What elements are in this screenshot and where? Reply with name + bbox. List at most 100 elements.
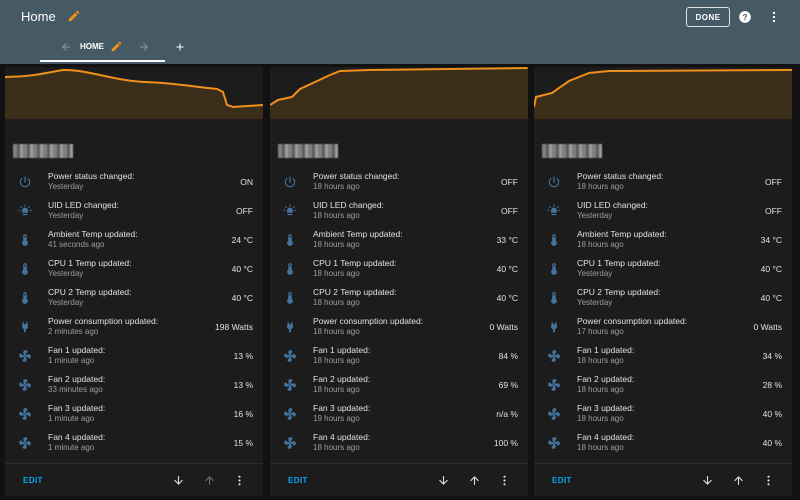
fan-icon [284, 350, 296, 362]
entity-row[interactable]: UID LED changed: Yesterday OFF [534, 198, 792, 227]
thermometer-icon [551, 234, 557, 246]
entity-row[interactable]: Fan 1 updated: 18 hours ago 34 % [534, 343, 792, 372]
more-vert-icon[interactable] [762, 474, 775, 487]
arrow-down-icon[interactable] [701, 474, 714, 487]
entity-name: UID LED changed: [313, 200, 384, 210]
tab-home[interactable]: HOME [80, 42, 104, 51]
entity-name: CPU 2 Temp updated: [577, 287, 661, 297]
entity-row[interactable]: Fan 2 updated: 18 hours ago 69 % [270, 372, 528, 401]
entity-row[interactable]: Fan 3 updated: 1 minute ago 16 % [5, 401, 263, 430]
entity-name: Power consumption updated: [577, 316, 688, 326]
entity-row[interactable]: Fan 4 updated: 18 hours ago 100 % [270, 430, 528, 459]
entity-value: 34 °C [760, 235, 782, 245]
entity-row[interactable]: Power consumption updated: 17 hours ago 0 … [534, 314, 792, 343]
entity-row[interactable]: Power status changed: Yesterday ON [5, 169, 263, 198]
more-vert-icon[interactable] [767, 10, 781, 24]
entity-timestamp: 18 hours ago [577, 356, 624, 365]
fan-icon [548, 379, 560, 391]
entity-row[interactable]: Ambient Temp updated: 18 hours ago 33 °C [270, 227, 528, 256]
entity-value: 40 °C [496, 293, 518, 303]
arrow-right-icon[interactable] [138, 41, 150, 53]
thermometer-icon [287, 292, 293, 304]
entity-row[interactable]: CPU 1 Temp updated: Yesterday 40 °C [5, 256, 263, 285]
entity-timestamp: 18 hours ago [313, 327, 360, 336]
entity-row[interactable]: CPU 2 Temp updated: Yesterday 40 °C [534, 285, 792, 314]
entity-timestamp: 17 hours ago [577, 327, 624, 336]
entity-card: Power status changed: Yesterday ON UID LED … [5, 67, 263, 496]
entity-timestamp: Yesterday [577, 298, 613, 307]
entity-row[interactable]: Ambient Temp updated: 41 seconds ago 24 °C [5, 227, 263, 256]
entity-value: OFF [501, 177, 518, 187]
fan-icon [548, 350, 560, 362]
fan-icon [19, 379, 31, 391]
entity-row[interactable]: Power consumption updated: 18 hours ago 0 … [270, 314, 528, 343]
entity-row[interactable]: UID LED changed: 18 hours ago OFF [270, 198, 528, 227]
entity-name: UID LED changed: [577, 200, 648, 210]
entity-value: 16 % [233, 409, 253, 419]
thermometer-icon [551, 263, 557, 275]
more-vert-icon[interactable] [233, 474, 246, 487]
entity-row[interactable]: Power consumption updated: 2 minutes ago 1… [5, 314, 263, 343]
entity-timestamp: 18 hours ago [577, 443, 624, 452]
entity-name: Power consumption updated: [48, 316, 159, 326]
arrow-up-icon[interactable] [468, 474, 481, 487]
entity-value: 40 % [762, 438, 782, 448]
app-header: Home DONE ? HOME [0, 0, 800, 64]
entity-row[interactable]: CPU 1 Temp updated: 18 hours ago 40 °C [270, 256, 528, 285]
entity-timestamp: 18 hours ago [577, 414, 624, 423]
entity-row[interactable]: Fan 3 updated: 18 hours ago 40 % [534, 401, 792, 430]
entity-value: 13 % [233, 351, 253, 361]
add-icon[interactable] [174, 41, 186, 53]
fan-icon [548, 408, 560, 420]
entity-timestamp: Yesterday [48, 211, 84, 220]
entity-timestamp: 1 minute ago [48, 414, 95, 423]
fan-icon [19, 350, 31, 362]
entity-row[interactable]: Fan 1 updated: 18 hours ago 84 % [270, 343, 528, 372]
entity-row[interactable]: Power status changed: 18 hours ago OFF [534, 169, 792, 198]
entity-timestamp: 18 hours ago [313, 269, 360, 278]
entity-timestamp: 19 hours ago [313, 414, 360, 423]
entity-timestamp: 18 hours ago [313, 443, 360, 452]
entity-name: Fan 1 updated: [577, 345, 635, 355]
help-icon[interactable]: ? [738, 10, 752, 24]
entity-row[interactable]: Power status changed: 18 hours ago OFF [270, 169, 528, 198]
edit-button[interactable]: EDIT [552, 476, 572, 485]
entity-name: CPU 1 Temp updated: [577, 258, 661, 268]
entity-timestamp: 1 minute ago [48, 356, 95, 365]
entity-name: Fan 2 updated: [48, 374, 106, 384]
entity-row[interactable]: Fan 4 updated: 1 minute ago 15 % [5, 430, 263, 459]
done-button[interactable]: DONE [686, 7, 730, 27]
arrow-up-icon[interactable] [203, 474, 216, 487]
entity-row[interactable]: Ambient Temp updated: 18 hours ago 34 °C [534, 227, 792, 256]
edit-button[interactable]: EDIT [288, 476, 308, 485]
arrow-up-icon[interactable] [732, 474, 745, 487]
entity-row[interactable]: Fan 2 updated: 18 hours ago 28 % [534, 372, 792, 401]
arrow-left-icon[interactable] [60, 41, 72, 53]
fan-icon [284, 408, 296, 420]
entity-name: Fan 4 updated: [48, 432, 106, 442]
entity-value: 100 % [493, 438, 518, 448]
more-vert-icon[interactable] [498, 474, 511, 487]
entity-name: Ambient Temp updated: [577, 229, 667, 239]
entity-name: Power status changed: [577, 171, 664, 181]
arrow-down-icon[interactable] [172, 474, 185, 487]
entity-row[interactable]: CPU 2 Temp updated: 18 hours ago 40 °C [270, 285, 528, 314]
entity-row[interactable]: Fan 3 updated: 19 hours ago n/a % [270, 401, 528, 430]
card-footer: EDIT [5, 463, 263, 496]
entity-row[interactable]: Fan 4 updated: 18 hours ago 40 % [534, 430, 792, 459]
entity-value: ON [240, 177, 253, 187]
entity-row[interactable]: CPU 1 Temp updated: Yesterday 40 °C [534, 256, 792, 285]
card-footer: EDIT [270, 463, 528, 496]
card-title-redacted [278, 144, 338, 158]
thermometer-icon [22, 263, 28, 275]
arrow-down-icon[interactable] [437, 474, 450, 487]
history-graph [5, 68, 263, 119]
pencil-icon[interactable] [110, 40, 123, 53]
entity-row[interactable]: Fan 1 updated: 1 minute ago 13 % [5, 343, 263, 372]
edit-button[interactable]: EDIT [23, 476, 43, 485]
pencil-icon[interactable] [67, 9, 81, 23]
plug-icon [551, 321, 557, 333]
entity-row[interactable]: CPU 2 Temp updated: Yesterday 40 °C [5, 285, 263, 314]
entity-row[interactable]: Fan 2 updated: 33 minutes ago 13 % [5, 372, 263, 401]
entity-row[interactable]: UID LED changed: Yesterday OFF [5, 198, 263, 227]
